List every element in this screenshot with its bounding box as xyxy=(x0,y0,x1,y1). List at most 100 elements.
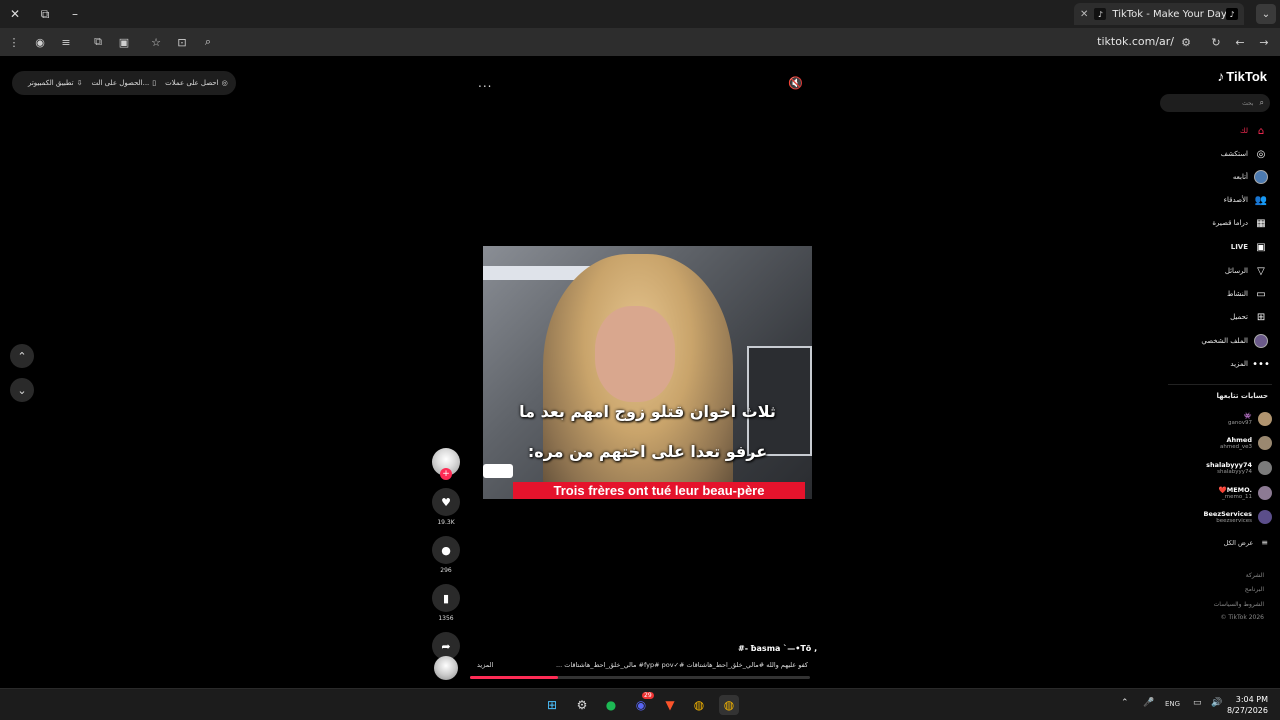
address-url[interactable]: tiktok.com/ar/ xyxy=(1097,35,1174,48)
search-input[interactable]: ⌕ بحث xyxy=(1160,94,1270,112)
install-app-icon[interactable]: ⊡ xyxy=(170,30,194,54)
search-icon[interactable]: ⌕ xyxy=(1260,98,1264,108)
tab-actions-icon[interactable]: ⧉ xyxy=(30,0,60,28)
chrome-icon[interactable]: ◍ xyxy=(689,695,709,715)
upload-plus-icon: ⊞ xyxy=(1256,311,1266,323)
close-window-icon[interactable]: ✕ xyxy=(0,0,30,28)
home-icon: ⌂ xyxy=(1257,125,1265,137)
extensions-icon[interactable]: ⧉ xyxy=(86,30,110,54)
following-avatar-icon xyxy=(1254,170,1268,184)
list-icon: ≡ xyxy=(1261,538,1268,547)
forward-icon[interactable]: ← xyxy=(1228,30,1252,54)
playlist-icon[interactable]: ≡ xyxy=(54,30,78,54)
tiktok-favicon-icon: ♪ xyxy=(1094,8,1107,20)
tab-search-chevron-icon[interactable]: ⌄ xyxy=(1256,4,1276,24)
previous-video-button[interactable]: ⌃ xyxy=(10,344,34,368)
menu-dots-icon[interactable]: ⋮ xyxy=(2,30,26,54)
sidebar-divider xyxy=(1168,384,1272,385)
sidebar-item-short-drama[interactable]: ▦ دراما قصيرة xyxy=(1212,216,1268,230)
sidebar-item-profile[interactable]: الملف الشخصي xyxy=(1201,334,1268,348)
speaker-mute-icon[interactable]: 🔇 xyxy=(788,76,803,90)
zoom-icon[interactable]: ⌕ xyxy=(196,30,220,54)
site-settings-icon[interactable]: ⚙ xyxy=(1174,30,1198,54)
get-coins-button[interactable]: احصل على عملات ◎ xyxy=(165,79,228,87)
tiktok-page: تطبيق الكمبيوتر ⇩ الحصول على الت... ▯ احصل… xyxy=(0,56,1280,688)
sidebar-item-live[interactable]: ▣ LIVE xyxy=(1231,240,1268,254)
account-avatar xyxy=(1258,412,1272,426)
like-heart-icon[interactable]: ♥ xyxy=(432,488,460,516)
extension-puzzle-icon[interactable]: ▣ xyxy=(112,30,136,54)
profile-avatar-icon xyxy=(1254,334,1268,348)
follow-plus-icon[interactable]: + xyxy=(440,468,452,480)
comment-icon[interactable]: ● xyxy=(432,536,460,564)
download-icon: ⇩ xyxy=(76,79,83,87)
bookmark-icon[interactable]: ▮ xyxy=(432,584,460,612)
sidebar-item-following[interactable]: أتابعه xyxy=(1233,170,1268,184)
following-account[interactable]: 👾 ganov97 xyxy=(1228,412,1272,426)
tiktok-logo[interactable]: ♪ TikTok xyxy=(1217,68,1267,84)
microphone-icon[interactable]: 🎤 xyxy=(1143,698,1154,708)
system-clock[interactable]: 3:04 PM 8/27/2026 xyxy=(1227,694,1268,716)
sidebar-item-activity[interactable]: ▭ النشاط xyxy=(1227,287,1268,301)
sound-avatar[interactable] xyxy=(434,656,458,680)
language-indicator[interactable]: ENG xyxy=(1165,700,1180,708)
save-count: 1356 xyxy=(438,615,454,622)
following-account[interactable]: ❤️MEMO. _memo_11 xyxy=(1219,486,1272,500)
windows-start-icon[interactable]: ⊞ xyxy=(542,695,562,715)
sidebar-item-foryou[interactable]: ⌂ لك xyxy=(1240,124,1268,138)
volume-icon[interactable]: 🔊 xyxy=(1211,698,1222,708)
top-actions-pill: تطبيق الكمبيوتر ⇩ الحصول على الت... ▯ احصل… xyxy=(12,71,236,95)
sidebar-item-more[interactable]: ••• المزيد xyxy=(1230,357,1269,371)
back-icon[interactable]: → xyxy=(1252,30,1276,54)
see-all-link[interactable]: ≡ عرض الكل xyxy=(1224,538,1268,547)
browser-tab-tiktok[interactable]: ✕ ♪ TikTok - Make Your Day ♪ xyxy=(1074,3,1244,25)
video-scene-laptop xyxy=(747,346,812,456)
next-video-button[interactable]: ⌄ xyxy=(10,378,34,402)
following-account[interactable]: Ahmed ahmed_ve3 xyxy=(1220,436,1272,450)
caption-username[interactable]: #- ƀasma `—•Tō , xyxy=(738,644,817,653)
profile-icon[interactable]: ◉ xyxy=(28,30,52,54)
footer-copyright: TikTok 2026 © xyxy=(1220,614,1264,621)
video-overlay-mark xyxy=(483,464,513,478)
account-avatar xyxy=(1258,436,1272,450)
subtitle-arabic-line1: ثلاث اخوان قتلو زوج امهم بعد ما xyxy=(519,402,776,421)
video-actions: + ♥ 19.3K ● 296 ▮ 1356 ➦ 812 xyxy=(432,448,460,670)
sidebar: ♪ TikTok ⌕ بحث ⌂ لك ◎ استكشف أتابعه 👥 الأصدق… xyxy=(1160,56,1280,688)
sidebar-item-upload[interactable]: ⊞ تحميل xyxy=(1230,310,1268,324)
footer-program-link[interactable]: البرنامج xyxy=(1245,586,1264,593)
creator-avatar[interactable]: + xyxy=(432,448,460,480)
send-icon: ▽ xyxy=(1257,265,1265,277)
star-icon[interactable]: ☆ xyxy=(144,30,168,54)
sidebar-item-messages[interactable]: ▽ الرسائل xyxy=(1225,264,1268,278)
settings-app-icon[interactable]: ⚙ xyxy=(572,695,592,715)
tab-close-icon[interactable]: ✕ xyxy=(1080,9,1088,20)
discord-badge: 29 xyxy=(642,692,654,699)
brave-icon[interactable]: ▼ xyxy=(660,695,680,715)
message-box-icon: ▭ xyxy=(1256,288,1266,300)
following-account[interactable]: shalabyyy74 shalabyyy74 xyxy=(1206,461,1272,475)
sidebar-item-friends[interactable]: 👥 الأصدقاء xyxy=(1224,193,1268,207)
account-avatar xyxy=(1258,510,1272,524)
tray-chevron-icon[interactable]: ⌃ xyxy=(1121,698,1129,708)
more-options-icon[interactable]: ... xyxy=(478,76,492,90)
video-progress-bar[interactable] xyxy=(470,676,810,679)
battery-icon[interactable]: ▭ xyxy=(1193,698,1202,708)
get-app-button[interactable]: الحصول على الت... ▯ xyxy=(92,79,157,87)
footer-terms-link[interactable]: الشروط والسياسات xyxy=(1214,601,1264,608)
comment-count: 296 xyxy=(440,567,452,574)
spotify-icon[interactable]: ● xyxy=(601,695,621,715)
footer-company-link[interactable]: الشركة xyxy=(1246,572,1264,579)
chrome-active-icon[interactable]: ◍ xyxy=(719,695,739,715)
reload-icon[interactable]: ↻ xyxy=(1204,30,1228,54)
browser-titlebar: ✕ ⧉ – + ✕ ♪ TikTok - Make Your Day ♪ ⌄ xyxy=(0,0,1280,28)
sidebar-item-explore[interactable]: ◎ استكشف xyxy=(1221,147,1268,161)
compass-icon: ◎ xyxy=(1256,148,1266,160)
like-count: 19.3K xyxy=(437,519,455,526)
following-accounts-title: حسابات تتابعها xyxy=(1216,392,1268,400)
following-account[interactable]: BeezServices beezservices xyxy=(1204,510,1272,524)
video-player[interactable]: ثلاث اخوان قتلو زوج امهم بعد ما عرفو تعد… xyxy=(483,246,812,499)
subtitle-arabic-line2: عرفو تعدا على اختهم من مره: xyxy=(527,442,768,461)
caption-more-link[interactable]: المزيد xyxy=(477,661,493,669)
minimize-icon[interactable]: – xyxy=(60,0,90,28)
pc-app-button[interactable]: تطبيق الكمبيوتر ⇩ xyxy=(28,79,83,87)
